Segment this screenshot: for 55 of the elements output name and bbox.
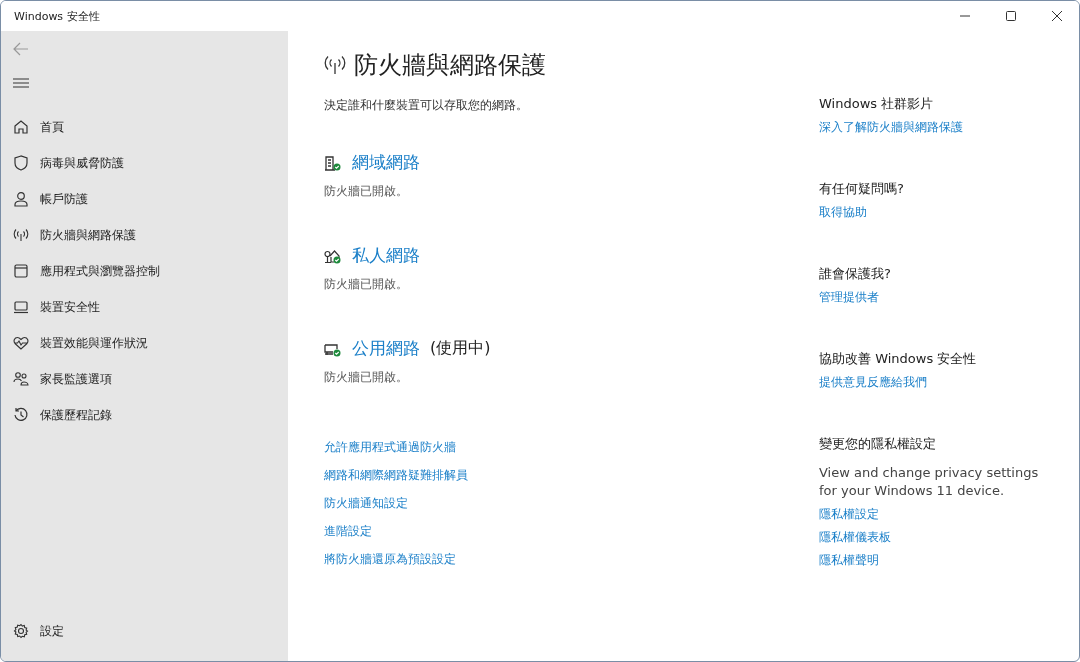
firewall-status: 防火牆已開啟。	[324, 183, 409, 200]
heart-pulse-icon	[13, 335, 29, 351]
network-link[interactable]: 網域網路	[352, 151, 420, 174]
family-icon	[13, 371, 29, 387]
settings-link[interactable]: 防火牆通知設定	[324, 494, 408, 512]
sidebar-item[interactable]: 首頁	[13, 109, 288, 145]
settings-icon	[13, 623, 29, 639]
sidebar-item[interactable]: 病毒與威脅防護	[13, 145, 288, 181]
home-icon	[13, 119, 29, 135]
history-icon	[13, 407, 29, 423]
antenna-icon	[324, 55, 346, 75]
menu-icon[interactable]	[13, 77, 29, 89]
help-link[interactable]: 管理提供者	[819, 288, 1039, 306]
settings-link[interactable]: 將防火牆還原為預設設定	[324, 550, 456, 568]
section-heading: 誰會保護我?	[819, 265, 892, 283]
firewall-status: 防火牆已開啟。	[324, 276, 409, 293]
sidebar-item[interactable]: 防火牆與網路保護	[13, 217, 288, 253]
sidebar-item[interactable]: 裝置效能與運作狀況	[13, 325, 288, 361]
settings-link[interactable]: 網路和網際網路疑難排解員	[324, 466, 468, 484]
app-window-icon	[13, 263, 29, 279]
person-icon	[13, 191, 29, 207]
back-arrow-icon[interactable]	[13, 42, 29, 56]
sidebar-item[interactable]: 家長監護選項	[13, 361, 288, 397]
maximize-icon[interactable]	[1005, 10, 1017, 22]
firewall-status: 防火牆已開啟。	[324, 369, 409, 386]
help-link[interactable]: 隱私權設定	[819, 505, 1039, 523]
page-description: 決定誰和什麼裝置可以存取您的網路。	[324, 97, 529, 114]
help-link[interactable]: 隱私權聲明	[819, 551, 1039, 569]
building-check-icon	[324, 154, 342, 171]
antenna-icon	[13, 227, 29, 243]
help-link[interactable]: 取得協助	[819, 203, 1039, 221]
section-heading: 有任何疑問嗎?	[819, 180, 905, 198]
settings-item[interactable]: 設定	[13, 613, 288, 649]
settings-link[interactable]: 允許應用程式通過防火牆	[324, 438, 456, 456]
help-link[interactable]: 提供意見反應給我們	[819, 373, 1039, 391]
network-link[interactable]: 私人網路	[352, 244, 420, 267]
active-label: (使用中)	[430, 338, 491, 359]
section-heading: 變更您的隱私權設定	[819, 435, 937, 453]
close-icon[interactable]	[1051, 10, 1063, 22]
settings-link[interactable]: 進階設定	[324, 522, 372, 540]
laptop-icon	[13, 299, 29, 315]
sidebar-item[interactable]: 裝置安全性	[13, 289, 288, 325]
page-title: 防火牆與網路保護	[354, 50, 546, 81]
help-link[interactable]: 隱私權儀表板	[819, 528, 1039, 546]
shield-icon	[13, 155, 29, 171]
section-heading: Windows 社群影片	[819, 95, 935, 113]
help-link[interactable]: 深入了解防火牆與網路保護	[819, 118, 1039, 136]
window-title: Windows 安全性	[14, 8, 100, 24]
sidebar-item[interactable]: 帳戶防護	[13, 181, 288, 217]
network-link[interactable]: 公用網路	[352, 337, 420, 360]
sidebar-item[interactable]: 保護歷程記錄	[13, 397, 288, 433]
section-description: View and change privacy settings for your Windows 11 device.	[819, 464, 1039, 500]
house-check-icon	[324, 247, 342, 264]
sidebar-item[interactable]: 應用程式與瀏覽器控制	[13, 253, 288, 289]
section-heading: 協助改善 Windows 安全性	[819, 350, 978, 368]
